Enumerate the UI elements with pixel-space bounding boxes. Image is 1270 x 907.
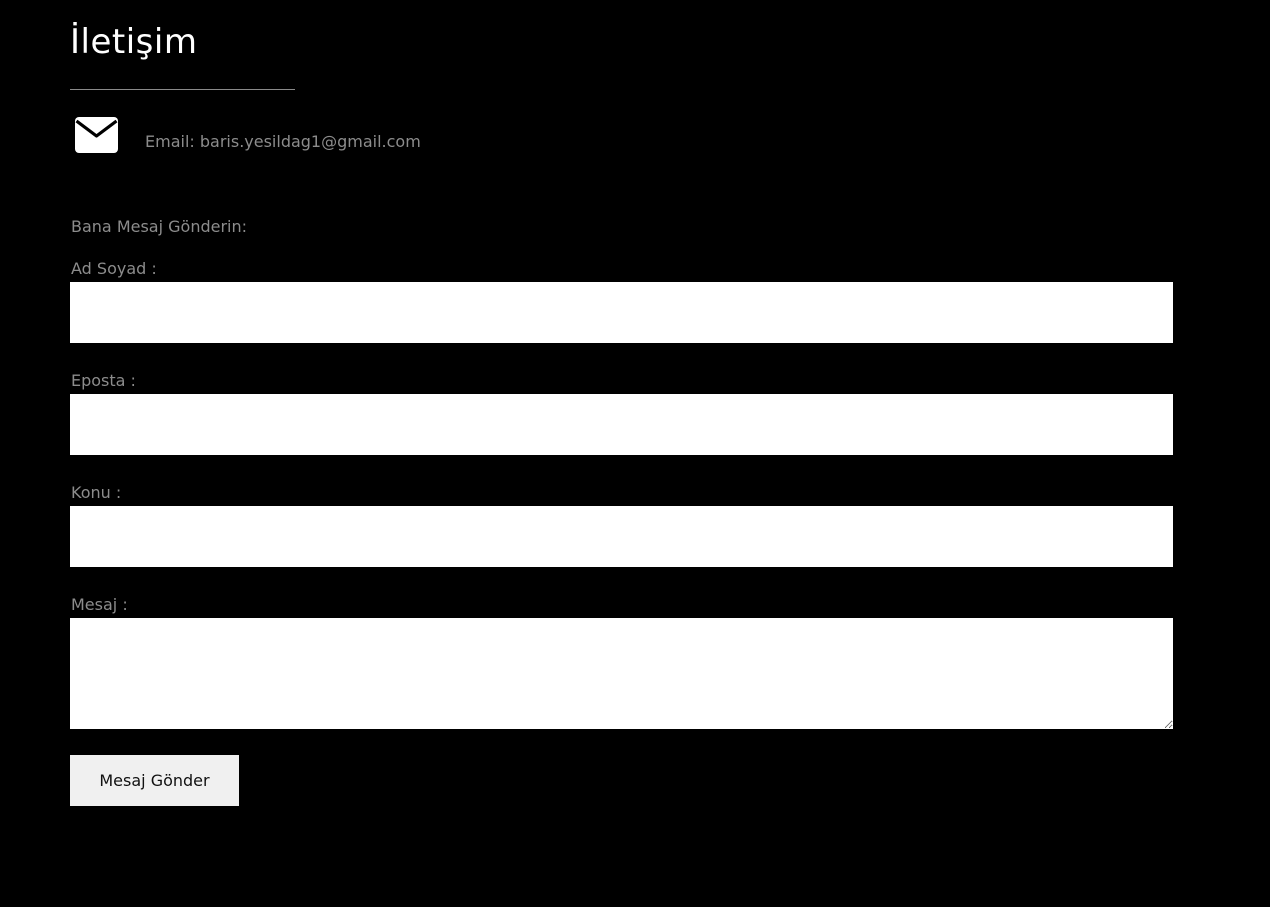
form-intro: Bana Mesaj Gönderin: — [71, 217, 248, 236]
message-textarea[interactable] — [70, 618, 1173, 729]
contact-page: İletişim Email: baris.yesildag1@gmail.co… — [0, 0, 1270, 907]
subject-label: Konu : — [71, 483, 122, 502]
email-input[interactable] — [70, 394, 1173, 455]
email-label: Eposta : — [71, 371, 136, 390]
email-row: Email: baris.yesildag1@gmail.com — [75, 116, 421, 154]
email-address: Email: baris.yesildag1@gmail.com — [145, 131, 421, 151]
name-input[interactable] — [70, 282, 1173, 343]
subject-input[interactable] — [70, 506, 1173, 567]
envelope-icon — [75, 117, 118, 153]
page-title: İletişim — [70, 22, 198, 62]
title-divider — [70, 89, 295, 90]
send-message-button[interactable]: Mesaj Gönder — [70, 755, 239, 806]
name-label: Ad Soyad : — [71, 259, 157, 278]
message-label: Mesaj : — [71, 595, 128, 614]
